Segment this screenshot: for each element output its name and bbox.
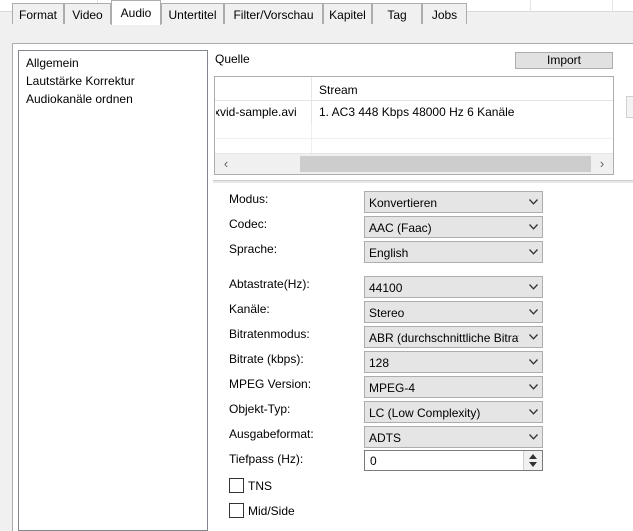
tab-label: Audio [120,6,152,20]
tab-untertitel[interactable]: Untertitel [161,3,224,24]
kanaele-select[interactable]: Stereo [364,301,543,323]
bitratenmodus-label: Bitratenmodus: [229,327,310,341]
tab-audio[interactable]: Audio [111,0,161,25]
kanaele-value: Stereo [369,306,405,320]
chevron-down-icon [529,384,538,390]
bitratenmodus-select[interactable]: ABR (durchschnittliche Bitrate) [364,326,543,348]
source-stream-table: Stream xvid-sample.avi 1. AC3 448 Kbps 4… [214,76,614,175]
ausgabeformat-select[interactable]: ADTS [364,426,543,448]
chevron-down-icon [529,359,538,365]
scroll-left-icon[interactable]: ‹ [218,156,234,172]
scrollbar-thumb[interactable] [300,156,591,172]
codec-value: AAC (Faac) [369,221,432,235]
column-separator [311,77,312,101]
ausgabeformat-label: Ausgabeformat: [229,427,314,441]
chevron-down-icon [529,334,538,340]
midside-label[interactable]: Mid/Side [248,504,295,518]
chevron-down-icon [529,199,538,205]
chevron-down-icon [529,249,538,255]
stream-cell: 1. AC3 448 Kbps 48000 Hz 6 Kanäle [319,105,515,119]
column-separator [612,0,613,12]
row-separator [215,138,613,139]
tab-video[interactable]: Video [64,3,111,24]
table-row[interactable]: xvid-sample.avi 1. AC3 448 Kbps 48000 Hz… [215,101,613,123]
tab-label: Filter/Vorschau [233,8,314,22]
tab-label: Video [72,8,103,22]
stream-column-header[interactable]: Stream [319,83,358,97]
column-separator [530,0,531,12]
objekt-typ-label: Objekt-Typ: [229,402,291,416]
mpeg-version-select[interactable]: MPEG-4 [364,376,543,398]
spin-down-icon[interactable] [529,462,537,467]
abtastrate-label: Abtastrate(Hz): [229,277,310,291]
partially-visible-button[interactable] [626,96,633,118]
tab-kapitel[interactable]: Kapitel [323,3,372,24]
table-header: Stream [215,77,613,101]
sprache-label: Sprache: [229,242,278,256]
mpeg-version-label: MPEG Version: [229,377,312,391]
sprache-value: English [369,246,409,260]
audio-settings-nav-list[interactable]: Allgemein Lautstärke Korrektur Audiokanä… [18,50,208,531]
chevron-down-icon [529,309,538,315]
tab-tag[interactable]: Tag [372,3,422,24]
checkbox-box[interactable] [229,503,244,518]
objekt-typ-select[interactable]: LC (Low Complexity) [364,401,543,423]
ausgabeformat-value: ADTS [369,431,402,445]
objekt-typ-value: LC (Low Complexity) [369,406,481,420]
abtastrate-select[interactable]: 44100 [364,276,543,298]
codec-label: Codec: [229,217,268,231]
mpeg-version-value: MPEG-4 [369,381,416,395]
tns-label[interactable]: TNS [248,479,272,493]
tiefpass-label: Tiefpass (Hz): [229,452,304,466]
tab-format[interactable]: Format [12,3,64,24]
column-separator [311,101,312,123]
modus-label: Modus: [229,192,269,206]
source-file-name: xvid-sample.avi [216,105,297,119]
modus-select[interactable]: Konvertieren [364,191,543,213]
abtastrate-value: 44100 [369,281,403,295]
import-button[interactable]: Import [515,52,613,69]
modus-value: Konvertieren [369,196,438,210]
bitrate-select[interactable]: 128 [364,351,543,373]
chevron-down-icon [529,224,538,230]
tab-label: Tag [387,8,407,22]
spin-buttons [523,451,542,470]
chevron-down-icon [529,434,538,440]
bitrate-label: Bitrate (kbps): [229,352,304,366]
checkbox-box[interactable] [229,478,244,493]
scroll-right-icon[interactable]: › [594,156,610,172]
nav-item-allgemein[interactable]: Allgemein [26,54,207,72]
chevron-down-icon [529,284,538,290]
tab-filter-vorschau[interactable]: Filter/Vorschau [224,3,323,24]
chevron-down-icon [529,409,538,415]
nav-item-lautstaerke-korrektur[interactable]: Lautstärke Korrektur [26,72,207,90]
sprache-select[interactable]: English [364,241,543,263]
bitratenmodus-value: ABR (durchschnittliche Bitrate) [369,331,519,345]
codec-select[interactable]: AAC (Faac) [364,216,543,238]
tab-label: Kapitel [329,8,366,22]
tab-jobs[interactable]: Jobs [422,3,467,24]
tiefpass-value[interactable]: 0 [370,454,377,468]
spin-up-icon[interactable] [529,454,537,459]
source-label: Quelle [215,52,250,66]
horizontal-scrollbar[interactable]: ‹ › [215,153,613,174]
bitrate-value: 128 [369,356,390,370]
tab-label: Format [18,8,57,22]
source-file-cell: xvid-sample.avi [216,105,310,119]
tab-label: Jobs [431,8,458,22]
splitter[interactable] [213,180,633,183]
kanaele-label: Kanäle: [229,302,270,316]
nav-item-audiokanaele-ordnen[interactable]: Audiokanäle ordnen [26,90,207,108]
tab-label: Untertitel [168,8,217,22]
tiefpass-spinbox[interactable]: 0 [364,450,543,471]
